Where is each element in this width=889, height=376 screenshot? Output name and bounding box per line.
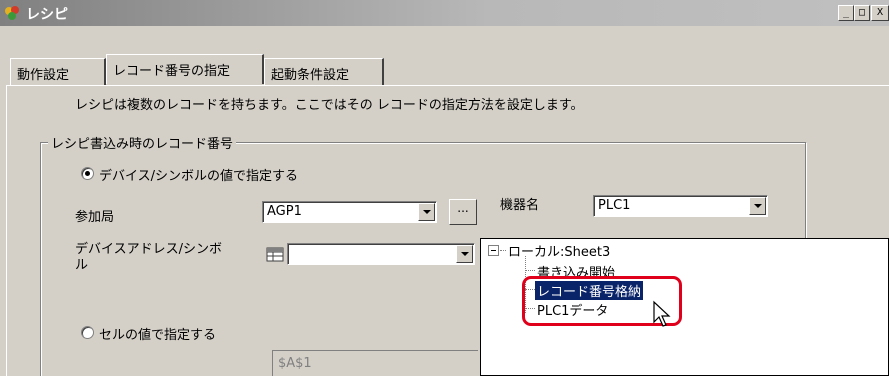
radio-dot: [85, 171, 90, 176]
tree-connector: [500, 250, 506, 251]
tab-strip: 動作設定 レコード番号の指定 起動条件設定: [0, 26, 889, 88]
group-legend: レシピ書込み時のレコード番号: [48, 133, 237, 152]
tree-root[interactable]: ローカル:Sheet3: [508, 241, 610, 260]
address-dropdown[interactable]: [287, 243, 475, 265]
recipe-app-icon: [5, 6, 19, 20]
chevron-down-icon[interactable]: [749, 197, 766, 215]
tab-record-number[interactable]: レコード番号の指定: [106, 54, 264, 84]
device-symbol-radio-label: デバイス/シンボルの値で指定する: [99, 169, 298, 184]
browse-button[interactable]: ...: [449, 199, 477, 225]
tree-connector: [525, 270, 535, 271]
window-title: レシピ: [26, 7, 68, 23]
collapse-icon[interactable]: [488, 245, 499, 256]
tab-label: レコード番号の指定: [113, 64, 231, 79]
station-dropdown[interactable]: AGP1: [262, 201, 437, 223]
chevron-down-icon[interactable]: [418, 203, 435, 221]
tab-start-condition[interactable]: 起動条件設定: [264, 58, 384, 86]
close-button[interactable]: X: [871, 5, 889, 21]
tab-label: 起動条件設定: [271, 68, 350, 83]
address-input-icon[interactable]: [265, 245, 285, 263]
address-label-line1: デバイスアドレス/シンボ: [75, 242, 222, 257]
address-label-line2: ル: [75, 258, 89, 273]
device-name-label: 機器名: [500, 198, 540, 213]
cell-value-radio[interactable]: [81, 326, 94, 339]
station-value: AGP1: [267, 204, 302, 219]
maximize-button[interactable]: □: [854, 5, 870, 21]
mouse-cursor-icon: [653, 300, 671, 327]
device-name-value: PLC1: [598, 198, 631, 213]
tab-label: 動作設定: [17, 68, 70, 83]
cell-value-radio-label: セルの値で指定する: [99, 328, 217, 343]
station-label: 参加局: [75, 210, 115, 225]
chevron-down-icon[interactable]: [456, 245, 473, 263]
device-symbol-radio[interactable]: [81, 167, 94, 180]
tab-operation-settings[interactable]: 動作設定: [10, 58, 106, 86]
cell-reference-field: $A$1: [272, 350, 478, 376]
title-bar: レシピ _ □ X: [0, 0, 889, 26]
device-name-dropdown[interactable]: PLC1: [593, 195, 768, 217]
minimize-button[interactable]: _: [838, 5, 854, 21]
description-text: レシピは複数のレコードを持ちます。ここではその レコードの指定方法を設定します。: [75, 98, 584, 113]
